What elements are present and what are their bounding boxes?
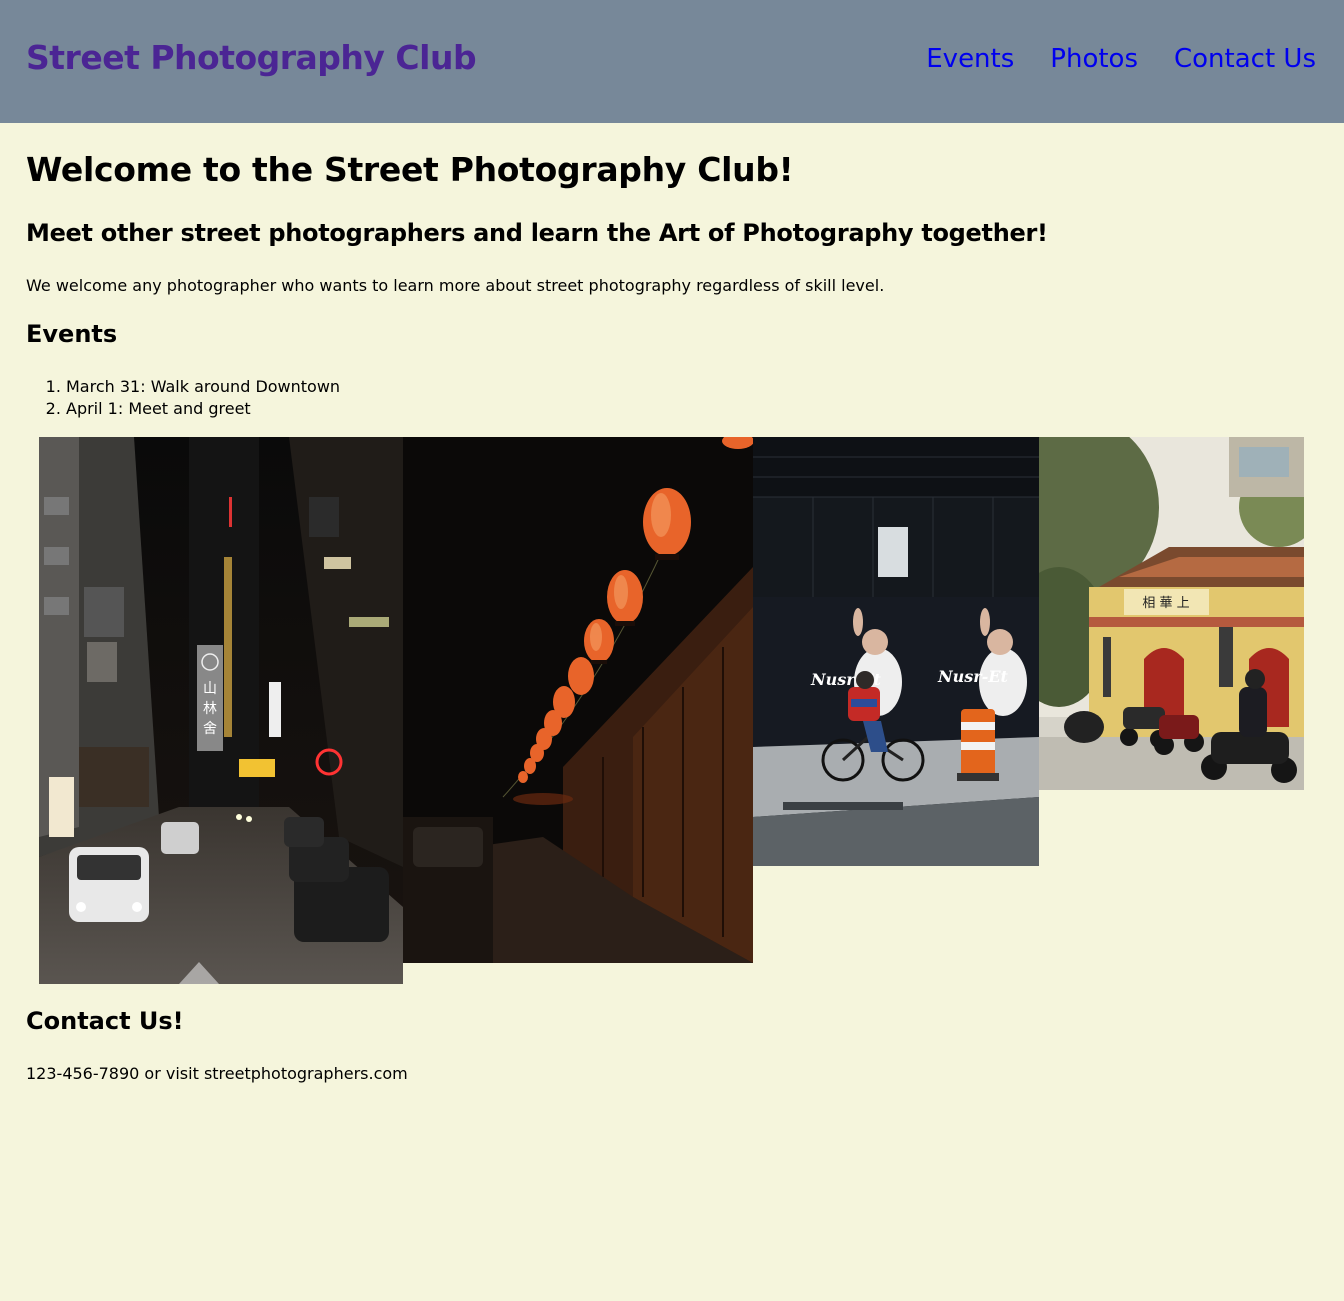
site-title[interactable]: Street Photography Club [26, 38, 477, 77]
temple-sign-text: 相 華 上 [1142, 596, 1189, 611]
events-heading: Events [26, 320, 118, 348]
event-item: March 31: Walk around Downtown [66, 376, 340, 398]
contact-heading: Contact Us! [26, 1007, 184, 1035]
mural-logo-text: Nusr-Et [937, 667, 1009, 686]
main-nav: Events Photos Contact Us [926, 44, 1316, 74]
events-list: March 31: Walk around Downtown April 1: … [66, 376, 340, 420]
nav-link-contact-us[interactable]: Contact Us [1174, 44, 1316, 74]
contact-text: 123-456-7890 or visit streetphotographer… [26, 1064, 408, 1083]
sign-char: 山 [203, 681, 217, 697]
nav-link-photos[interactable]: Photos [1050, 44, 1138, 74]
nav-link-events[interactable]: Events [926, 44, 1014, 74]
sign-char: 林 [203, 701, 217, 717]
sign-char: 舍 [203, 721, 217, 737]
intro-text: We welcome any photographer who wants to… [26, 276, 885, 295]
site-header: Street Photography Club Events Photos Co… [0, 0, 1344, 123]
night-city-street-photo: 山 林 舍 [39, 437, 403, 984]
red-lanterns-alley-photo [403, 437, 753, 963]
cyclist-mural-photo: Nusr-Et Nusr-Et [753, 437, 1039, 866]
page-title: Welcome to the Street Photography Club! [26, 150, 794, 189]
event-item: April 1: Meet and greet [66, 398, 340, 420]
temple-gate-scooters-photo: 相 華 上 [1039, 437, 1304, 790]
page-subtitle: Meet other street photographers and lear… [26, 219, 1048, 247]
